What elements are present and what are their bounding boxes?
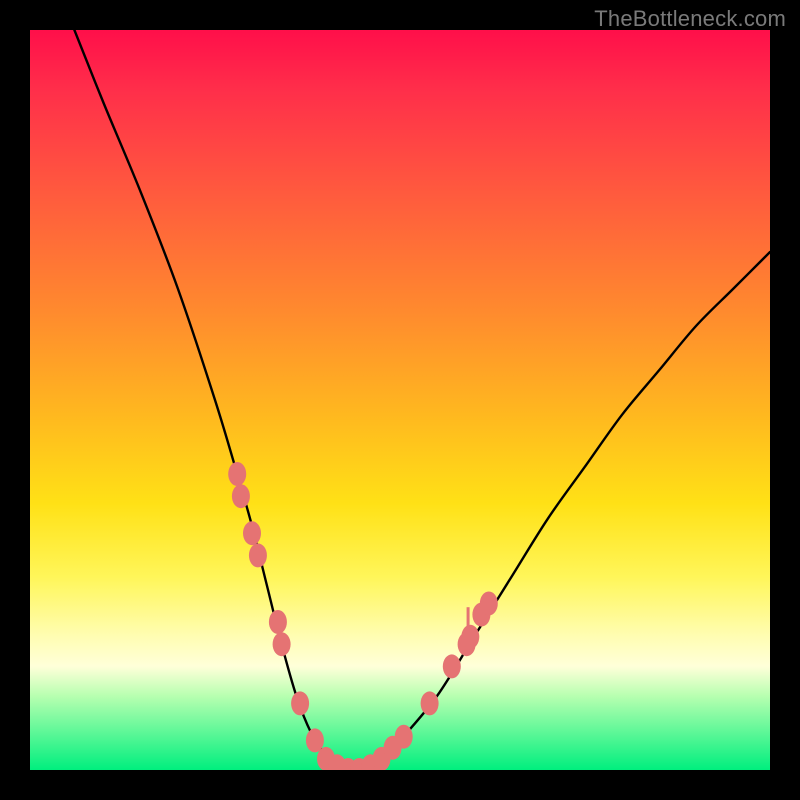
marker-dot bbox=[395, 725, 413, 749]
marker-dot bbox=[243, 521, 261, 545]
marker-dot bbox=[249, 543, 267, 567]
marker-dot bbox=[291, 691, 309, 715]
marker-dot bbox=[232, 484, 250, 508]
marker-dot bbox=[443, 654, 461, 678]
bottleneck-curve bbox=[74, 30, 770, 770]
marker-group bbox=[228, 462, 498, 770]
marker-dot bbox=[269, 610, 287, 634]
marker-dot bbox=[273, 632, 291, 656]
marker-dot bbox=[480, 592, 498, 616]
chart-overlay bbox=[30, 30, 770, 770]
marker-dot bbox=[461, 625, 479, 649]
marker-dot bbox=[228, 462, 246, 486]
plot-area bbox=[30, 30, 770, 770]
chart-frame: TheBottleneck.com bbox=[0, 0, 800, 800]
watermark-text: TheBottleneck.com bbox=[594, 6, 786, 32]
marker-dot bbox=[421, 691, 439, 715]
